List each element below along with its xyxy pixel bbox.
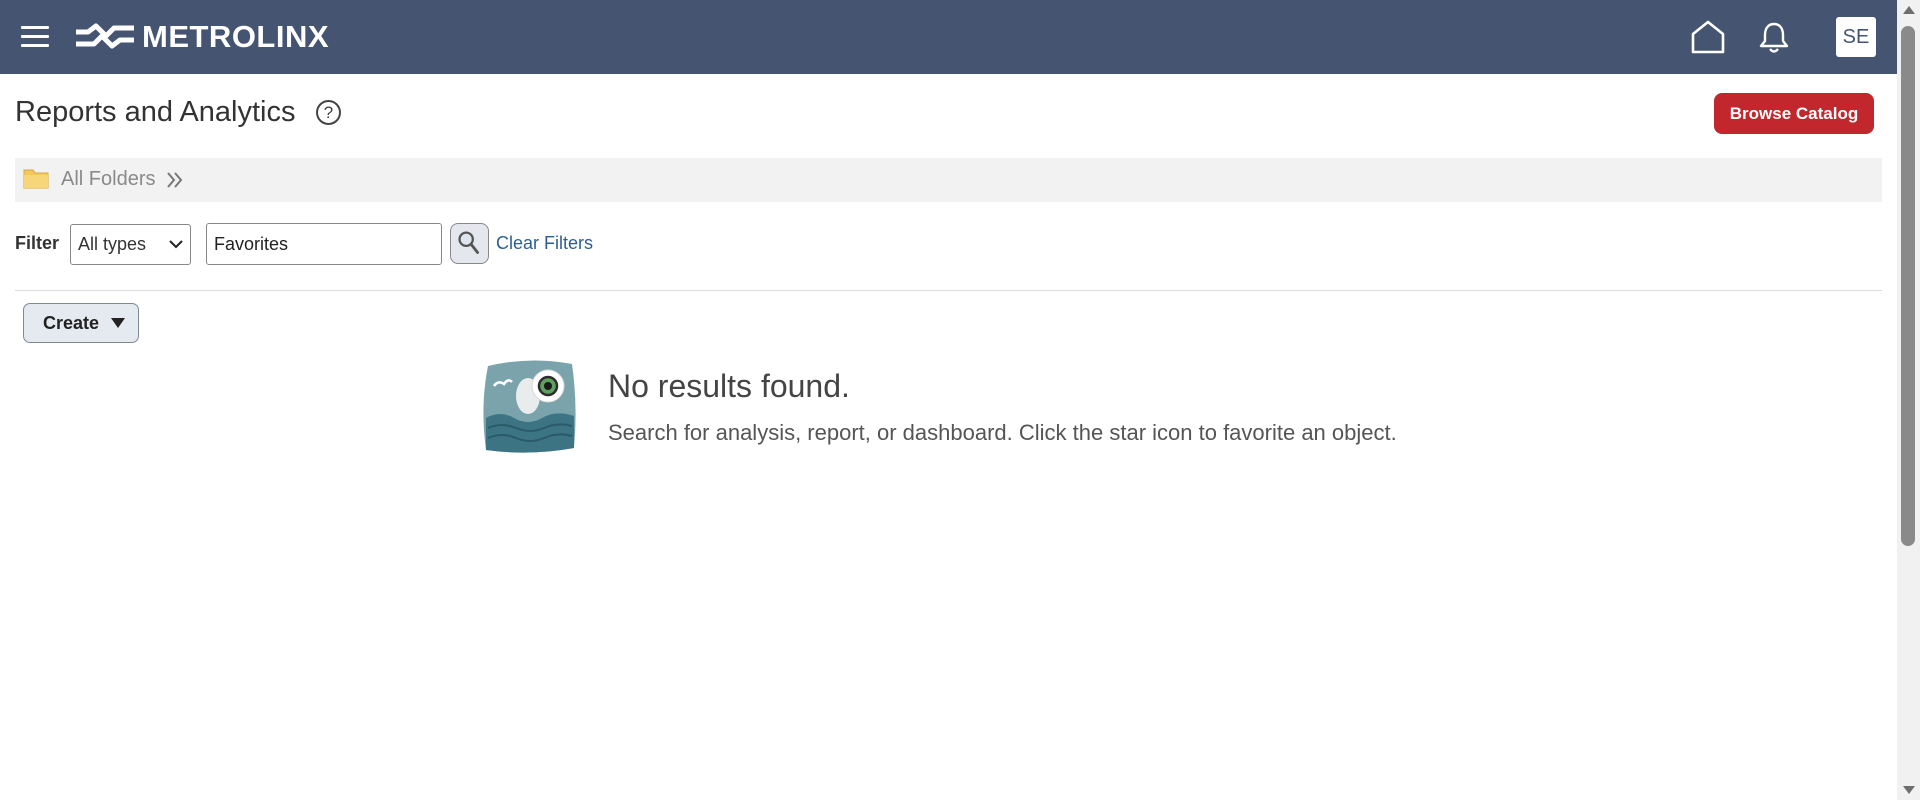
create-button[interactable]: Create bbox=[23, 303, 139, 343]
search-icon bbox=[458, 231, 479, 254]
browse-catalog-button[interactable]: Browse Catalog bbox=[1714, 93, 1874, 134]
brand-name: METROLINX bbox=[142, 19, 330, 54]
breadcrumb-all-folders[interactable]: All Folders bbox=[61, 168, 155, 191]
search-input[interactable] bbox=[206, 223, 442, 265]
folder-icon bbox=[23, 169, 49, 189]
menu-icon[interactable] bbox=[18, 22, 52, 52]
metrolinx-logo[interactable]: METROLINX bbox=[74, 18, 329, 56]
help-icon[interactable]: ? bbox=[316, 100, 341, 125]
no-results-illustration bbox=[483, 360, 576, 453]
caret-down-icon bbox=[111, 318, 125, 328]
scroll-up-arrow-icon[interactable] bbox=[1903, 6, 1915, 14]
type-select[interactable]: All types bbox=[70, 224, 191, 265]
filter-label: Filter bbox=[15, 233, 60, 253]
type-select-value: All types bbox=[78, 234, 147, 254]
divider bbox=[15, 290, 1882, 291]
double-chevron-right-icon[interactable] bbox=[165, 171, 185, 189]
vertical-scrollbar[interactable] bbox=[1897, 0, 1920, 800]
chevron-down-icon bbox=[169, 240, 183, 249]
page-title: Reports and Analytics bbox=[15, 96, 296, 128]
search-button[interactable] bbox=[450, 223, 489, 264]
breadcrumb: All Folders bbox=[15, 158, 1882, 202]
user-avatar[interactable]: SE bbox=[1836, 17, 1876, 57]
scroll-thumb[interactable] bbox=[1901, 26, 1915, 546]
top-bar: METROLINX SE bbox=[0, 0, 1897, 74]
empty-state-title: No results found. bbox=[608, 368, 850, 404]
create-button-label: Create bbox=[43, 312, 100, 333]
empty-state-description: Search for analysis, report, or dashboar… bbox=[608, 420, 1397, 445]
metrolinx-wave-icon bbox=[76, 23, 134, 49]
scroll-down-arrow-icon[interactable] bbox=[1903, 786, 1915, 794]
bell-icon[interactable] bbox=[1756, 19, 1792, 55]
home-icon[interactable] bbox=[1688, 18, 1728, 56]
clear-filters-link[interactable]: Clear Filters bbox=[496, 233, 593, 254]
